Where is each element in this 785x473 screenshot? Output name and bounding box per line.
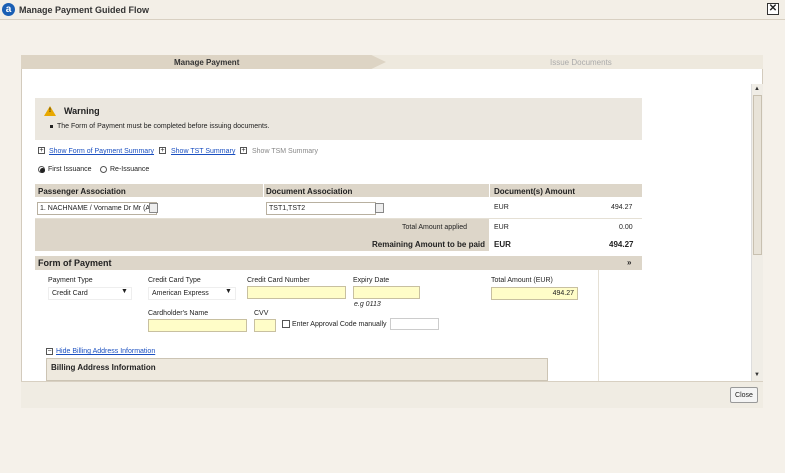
collapse-billing-icon[interactable]: − xyxy=(46,348,53,355)
passenger-picker-icon[interactable] xyxy=(149,203,158,213)
footer-bar xyxy=(21,381,763,408)
close-button[interactable]: Close xyxy=(730,387,758,403)
window-close-button[interactable]: ✕ xyxy=(767,3,779,15)
card-type-label: Credit Card Type xyxy=(148,277,201,284)
document-amount: 494.27 xyxy=(611,204,633,211)
fop-title: Form of Payment xyxy=(38,258,112,268)
scrollbar-thumb[interactable] xyxy=(753,95,762,255)
warning-icon-mark: ! xyxy=(49,108,51,114)
cardholder-input[interactable] xyxy=(148,319,247,332)
document-picker-icon[interactable] xyxy=(375,203,384,213)
scroll-down-icon[interactable]: ▼ xyxy=(754,372,760,378)
remaining-currency: EUR xyxy=(494,240,511,249)
passenger-association-header: Passenger Association xyxy=(38,187,126,196)
passenger-association-field[interactable]: 1. NACHNAME / Vorname Dr Mr (A xyxy=(37,202,157,215)
expiry-label: Expiry Date xyxy=(353,277,390,284)
billing-title: Billing Address Information xyxy=(51,363,156,372)
window-title: Manage Payment Guided Flow xyxy=(19,5,150,15)
document-amount-header: Document(s) Amount xyxy=(494,187,576,196)
total-applied-currency: EUR xyxy=(494,224,509,231)
expand-icon[interactable]: + xyxy=(159,147,166,154)
total-amount-input[interactable]: 494.27 xyxy=(491,287,578,300)
dropdown-arrow-icon[interactable]: ▼ xyxy=(225,288,232,295)
expiry-input[interactable] xyxy=(353,286,420,299)
card-number-label: Credit Card Number xyxy=(247,277,310,284)
first-issuance-label: First Issuance xyxy=(48,166,92,173)
hide-billing-link[interactable]: Hide Billing Address Information xyxy=(56,348,155,355)
total-applied-label: Total Amount applied xyxy=(402,224,467,231)
warning-box xyxy=(35,98,642,140)
remaining-value: 494.27 xyxy=(609,240,634,249)
step-issue-documents: Issue Documents xyxy=(550,58,612,67)
re-issuance-label: Re-Issuance xyxy=(110,166,150,173)
collapse-icon[interactable]: » xyxy=(627,258,631,267)
show-tst-summary-link[interactable]: Show TST Summary xyxy=(171,148,235,155)
document-association-header: Document Association xyxy=(266,187,353,196)
approval-label: Enter Approval Code manually xyxy=(292,321,387,328)
expand-icon[interactable]: + xyxy=(38,147,45,154)
approval-checkbox[interactable] xyxy=(282,320,290,328)
total-amount-label: Total Amount (EUR) xyxy=(491,277,553,284)
warning-message: The Form of Payment must be completed be… xyxy=(57,123,270,130)
app-logo-icon: a xyxy=(2,3,15,16)
step-manage-payment: Manage Payment xyxy=(174,58,240,67)
payment-type-label: Payment Type xyxy=(48,277,93,284)
document-association-field[interactable]: TST1,TST2 xyxy=(266,202,376,215)
payment-type-select[interactable]: Credit Card xyxy=(48,287,132,300)
scroll-up-icon[interactable]: ▲ xyxy=(754,86,760,92)
card-type-select[interactable]: American Express xyxy=(148,287,236,300)
fop-section-header xyxy=(35,256,642,270)
document-currency: EUR xyxy=(494,204,509,211)
bullet-icon xyxy=(50,125,53,128)
cvv-input[interactable] xyxy=(254,319,276,332)
show-fop-summary-link[interactable]: Show Form of Payment Summary xyxy=(49,148,154,155)
expiry-hint: e.g 0113 xyxy=(354,301,381,308)
show-tsm-summary-link[interactable]: Show TSM Summary xyxy=(252,148,318,155)
re-issuance-radio[interactable] xyxy=(100,166,107,173)
dropdown-arrow-icon[interactable]: ▼ xyxy=(121,288,128,295)
approval-code-input[interactable] xyxy=(390,318,439,330)
cvv-label: CVV xyxy=(254,310,269,317)
cardholder-label: Cardholder's Name xyxy=(148,310,209,317)
total-applied-value: 0.00 xyxy=(619,224,633,231)
card-number-input[interactable] xyxy=(247,286,346,299)
first-issuance-radio[interactable] xyxy=(38,166,45,173)
fop-divider xyxy=(598,270,599,381)
expand-icon[interactable]: + xyxy=(240,147,247,154)
warning-title: Warning xyxy=(64,106,100,116)
remaining-label: Remaining Amount to be paid xyxy=(372,240,486,249)
